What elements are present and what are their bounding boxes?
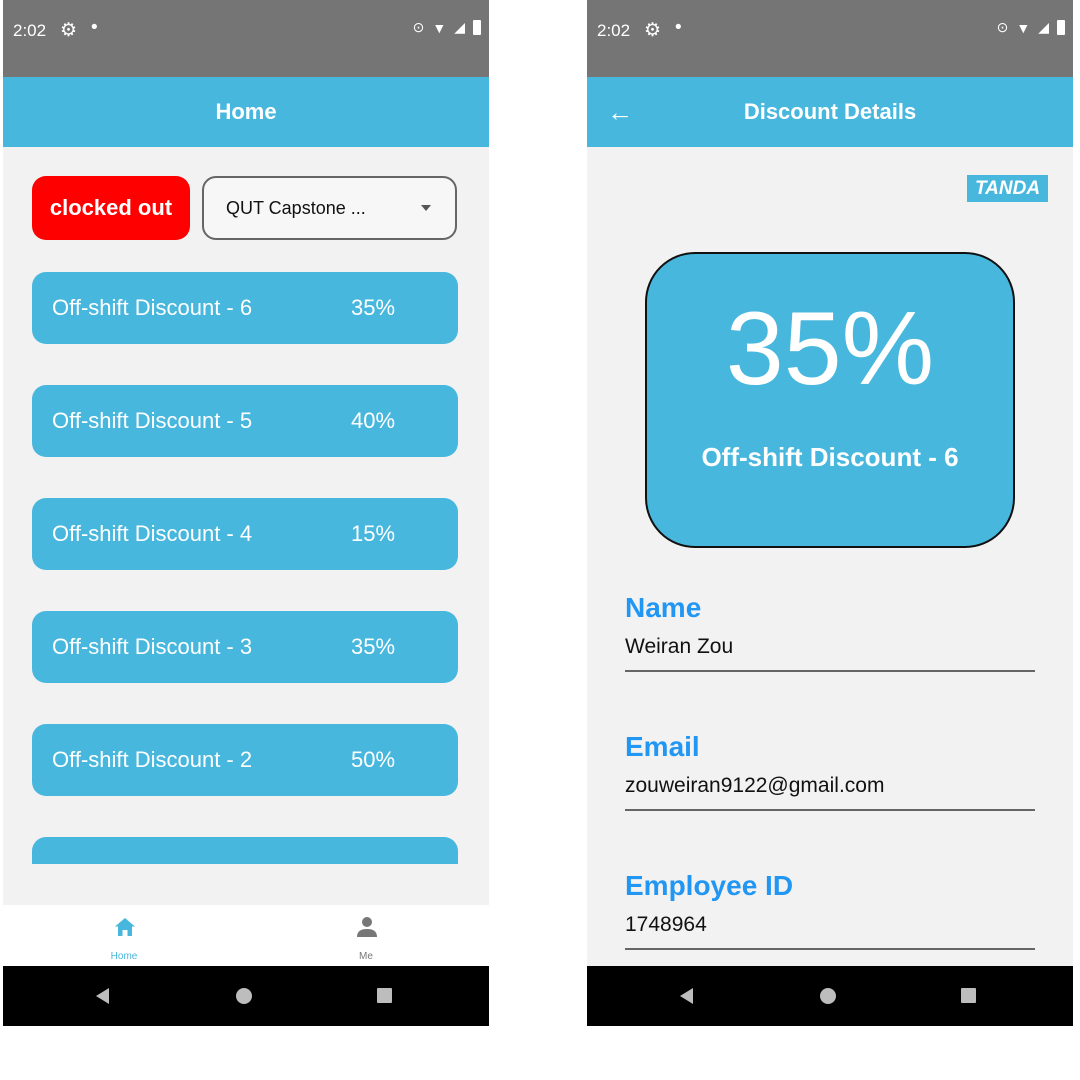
divider [625, 670, 1035, 672]
discount-name: Off-shift Discount - 2 [52, 747, 253, 772]
discount-details-screen: 2:02 ⚙ • ⊙ ▼ ◢ ← Discount Details TANDA … [587, 0, 1073, 1026]
discount-card[interactable]: Off-shift Discount - 6 35% [32, 272, 458, 344]
clock-status-badge[interactable]: clocked out [32, 176, 190, 240]
nav-item-home[interactable]: Home [64, 905, 184, 966]
page-title: Discount Details [743, 99, 917, 124]
discount-percent: 50% [351, 747, 396, 772]
name-value: Weiran Zou [625, 635, 734, 658]
wifi-icon: ▼ [1016, 19, 1031, 36]
discount-card[interactable] [32, 837, 458, 864]
page-title: Home [215, 99, 277, 124]
discount-percent: 35% [351, 634, 396, 659]
divider [625, 948, 1035, 950]
person-icon [357, 917, 377, 937]
system-nav-bar [587, 966, 1073, 1026]
nav-label-me: Me [359, 951, 373, 962]
status-bar: 2:02 ⚙ • ⊙ ▼ ◢ [3, 0, 489, 77]
discount-name: Off-shift Discount - 5 [52, 408, 253, 433]
employee-id-field: Employee ID 1748964 [625, 869, 1035, 950]
nav-label-home: Home [110, 951, 138, 962]
email-label: Email [625, 731, 700, 762]
email-field: Email zouweiran9122@gmail.com [625, 730, 1035, 811]
dropdown-caret-icon [421, 205, 431, 211]
signal-icon: ◢ [1038, 19, 1049, 35]
discount-card[interactable]: Off-shift Discount - 5 40% [32, 385, 458, 457]
notification-dot-icon: • [675, 17, 682, 38]
status-time: 2:02 [597, 21, 631, 40]
system-icons: ⊙ ▼ ◢ [997, 19, 1065, 36]
location-icon: ⊙ [412, 19, 425, 35]
wifi-icon: ▼ [432, 19, 447, 36]
notification-dot-icon: • [91, 17, 98, 38]
settings-icon: ⚙ [644, 20, 662, 41]
discount-card[interactable]: Off-shift Discount - 2 50% [32, 724, 458, 796]
discount-card[interactable]: Off-shift Discount - 3 35% [32, 611, 458, 683]
status-bar: 2:02 ⚙ • ⊙ ▼ ◢ [587, 0, 1073, 77]
nav-home-icon[interactable] [236, 988, 252, 1004]
home-icon [115, 918, 135, 936]
nav-home-icon[interactable] [820, 988, 836, 1004]
nav-item-me[interactable]: Me [306, 905, 426, 966]
employee-id-value: 1748964 [625, 913, 707, 936]
location-icon: ⊙ [996, 19, 1009, 35]
name-label: Name [625, 592, 702, 623]
nav-recents-icon[interactable] [377, 988, 392, 1003]
signal-icon: ◢ [454, 19, 465, 35]
nav-back-icon[interactable] [680, 988, 693, 1004]
settings-icon: ⚙ [60, 20, 78, 41]
discount-list: Off-shift Discount - 6 35% Off-shift Dis… [32, 272, 458, 864]
divider [625, 809, 1035, 811]
status-time: 2:02 [13, 21, 47, 40]
system-icons: ⊙ ▼ ◢ [413, 19, 481, 36]
location-value: QUT Capstone ... [226, 198, 366, 218]
email-value: zouweiran9122@gmail.com [625, 774, 885, 797]
system-nav-bar [3, 966, 489, 1026]
discount-name: Off-shift Discount - 3 [52, 634, 253, 659]
employee-id-label: Employee ID [625, 870, 794, 901]
battery-icon [1057, 20, 1065, 35]
discount-name: Off-shift Discount - 6 [52, 295, 253, 320]
app-bar: ← Discount Details [587, 77, 1073, 147]
discount-card[interactable]: Off-shift Discount - 4 15% [32, 498, 458, 570]
discount-hero-card: 35% Off-shift Discount - 6 [645, 252, 1015, 548]
app-bar: Home [3, 77, 489, 147]
tanda-logo: TANDA [967, 175, 1048, 202]
nav-back-icon[interactable] [96, 988, 109, 1004]
discount-percent-large: 35% [725, 291, 935, 407]
battery-icon [473, 20, 481, 35]
nav-recents-icon[interactable] [961, 988, 976, 1003]
discount-percent: 40% [351, 408, 396, 433]
home-screen: 2:02 ⚙ • ⊙ ▼ ◢ Home clocked out QUT Caps… [3, 0, 489, 1026]
discount-percent: 15% [351, 521, 396, 546]
discount-percent: 35% [351, 295, 396, 320]
name-field: Name Weiran Zou [625, 591, 1035, 672]
bottom-nav: Home Me [3, 905, 489, 966]
location-dropdown[interactable]: QUT Capstone ... [202, 176, 457, 240]
discount-name: Off-shift Discount - 4 [52, 521, 253, 546]
discount-name: Off-shift Discount - 6 [701, 442, 959, 472]
